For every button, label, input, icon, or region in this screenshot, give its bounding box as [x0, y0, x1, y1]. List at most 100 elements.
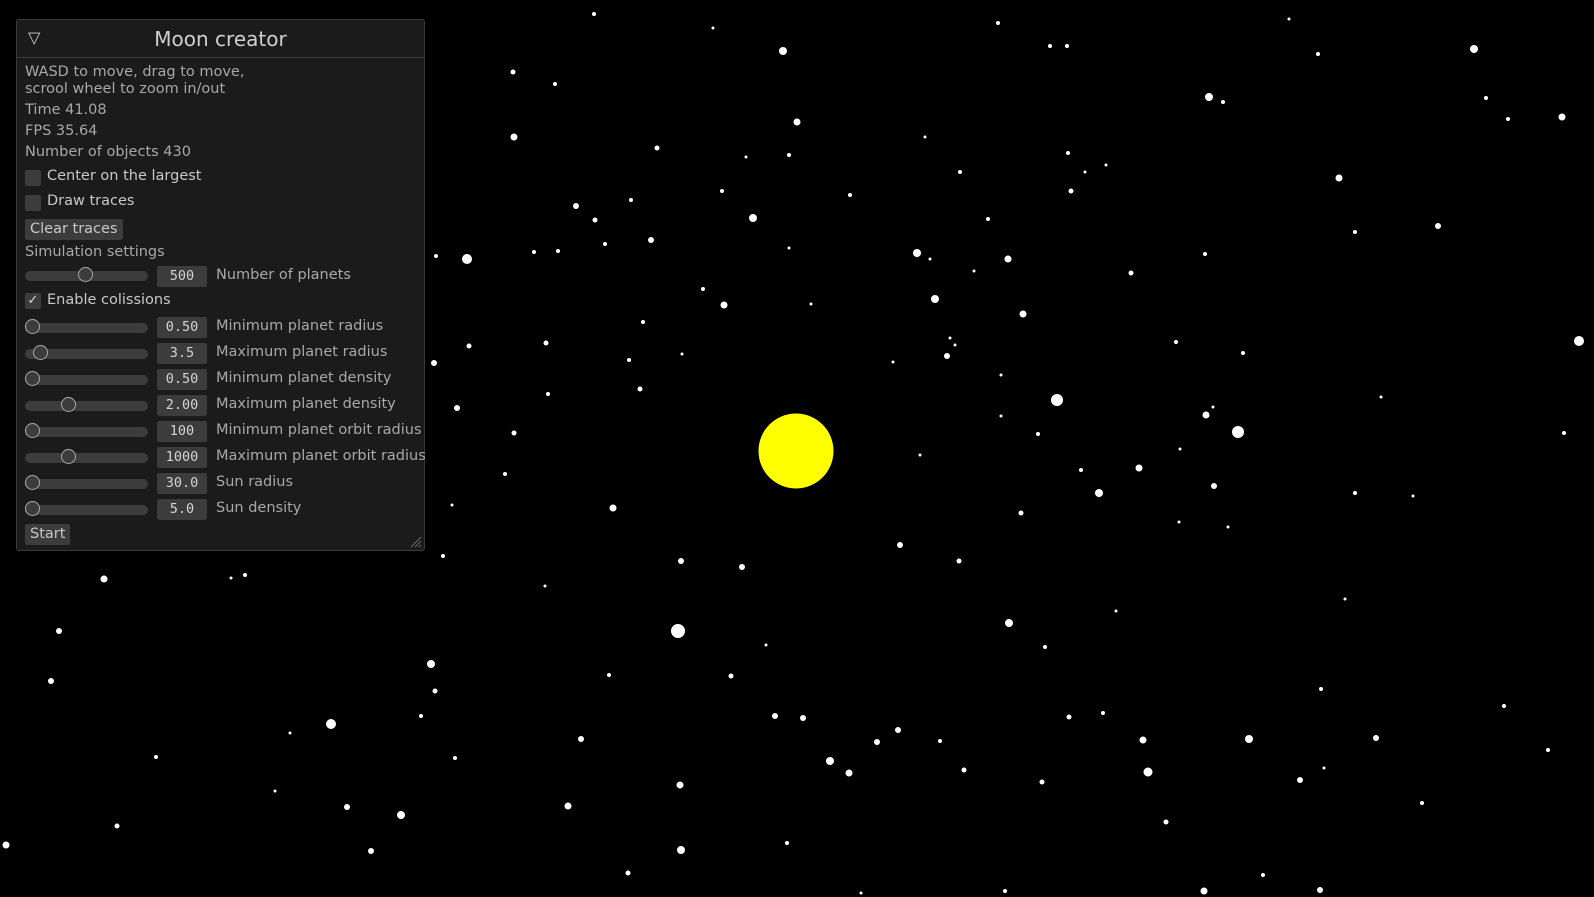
min-planet-density-slider[interactable] [25, 371, 148, 386]
planet [1211, 405, 1215, 409]
sun-density-slider[interactable] [25, 501, 148, 516]
planet [956, 558, 962, 564]
planet [1143, 767, 1153, 777]
planet [1343, 597, 1347, 601]
planet [701, 287, 705, 291]
draw-traces-checkbox[interactable] [25, 195, 41, 211]
planet [1068, 188, 1074, 194]
max-orbit-radius-value[interactable]: 1000 [157, 447, 207, 468]
planet [637, 386, 643, 392]
planet [454, 405, 460, 411]
center-largest-label[interactable]: Center on the largest [47, 168, 201, 184]
planet [503, 472, 507, 476]
planet [1226, 525, 1230, 529]
enable-collisions-label[interactable]: Enable colissions [47, 292, 171, 308]
min-orbit-radius-label: Minimum planet orbit radius [216, 422, 422, 438]
planet [1420, 801, 1424, 805]
planet [793, 118, 801, 126]
planet [1574, 336, 1584, 346]
slider-knob[interactable] [78, 267, 93, 282]
planet [986, 217, 990, 221]
planet [511, 430, 517, 436]
enable-collisions-checkbox[interactable]: ✓ [25, 293, 41, 309]
planet [1200, 887, 1208, 895]
slider-knob[interactable] [25, 501, 40, 516]
max-orbit-radius-slider[interactable] [25, 449, 148, 464]
max-planet-radius-value[interactable]: 3.5 [157, 343, 207, 364]
slider-knob[interactable] [61, 397, 76, 412]
draw-traces-label[interactable]: Draw traces [47, 193, 134, 209]
planet [1211, 483, 1217, 489]
planet [720, 301, 728, 309]
planet [1139, 736, 1147, 744]
planet [578, 736, 584, 742]
min-planet-radius-slider[interactable] [25, 319, 148, 334]
planet [749, 214, 757, 222]
slider-knob[interactable] [25, 319, 40, 334]
number-of-planets-value[interactable]: 500 [157, 266, 207, 287]
slider-knob[interactable] [25, 475, 40, 490]
min-planet-density-label: Minimum planet density [216, 370, 392, 386]
moon-creator-panel: ▽ Moon creator WASD to move, drag to mov… [16, 19, 426, 551]
planet [441, 554, 445, 558]
planet [1322, 766, 1326, 770]
planet [466, 343, 472, 349]
start-button[interactable]: Start [25, 524, 71, 545]
sun-radius-slider[interactable] [25, 475, 148, 490]
min-orbit-radius-value[interactable]: 100 [157, 421, 207, 442]
planet [744, 155, 748, 159]
planet [1373, 735, 1379, 741]
planet [1163, 819, 1169, 825]
min-orbit-radius-slider[interactable] [25, 423, 148, 438]
number-of-planets-slider[interactable] [25, 267, 148, 282]
planet [678, 558, 684, 564]
slider-knob[interactable] [33, 345, 48, 360]
max-planet-radius-slider[interactable] [25, 345, 148, 360]
sun-radius-value[interactable]: 30.0 [157, 473, 207, 494]
planet [999, 414, 1003, 418]
max-planet-density-slider[interactable] [25, 397, 148, 412]
planet [1079, 468, 1083, 472]
planet [1297, 777, 1303, 783]
planet [1036, 432, 1040, 436]
panel-title: Moon creator [154, 27, 287, 51]
planet [609, 504, 617, 512]
max-planet-density-value[interactable]: 2.00 [157, 395, 207, 416]
slider-knob[interactable] [25, 423, 40, 438]
planet [1039, 779, 1045, 785]
min-planet-density-value[interactable]: 0.50 [157, 369, 207, 390]
slider-knob[interactable] [61, 449, 76, 464]
planet [923, 135, 927, 139]
planet [1558, 113, 1566, 121]
planet [1066, 714, 1072, 720]
planet [961, 767, 967, 773]
planet [1065, 44, 1069, 48]
planet [913, 249, 921, 257]
planet [543, 584, 547, 588]
resize-grip-icon[interactable] [410, 536, 422, 548]
sun-density-value[interactable]: 5.0 [157, 499, 207, 520]
planet [800, 715, 806, 721]
planet [1048, 44, 1052, 48]
planet [1051, 394, 1063, 406]
planet [592, 12, 596, 16]
planet [938, 739, 942, 743]
planet [273, 789, 277, 793]
planet [711, 26, 715, 30]
help-line-1: WASD to move, drag to move, [25, 64, 245, 80]
clear-traces-button[interactable]: Clear traces [25, 219, 123, 240]
planet [1353, 491, 1357, 495]
planet [462, 254, 472, 264]
planet [1043, 645, 1047, 649]
slider-knob[interactable] [25, 371, 40, 386]
max-planet-density-label: Maximum planet density [216, 396, 396, 412]
planet [1205, 93, 1213, 101]
panel-titlebar[interactable]: ▽ Moon creator [17, 20, 424, 58]
planet [564, 802, 572, 810]
planet [1019, 310, 1027, 318]
planet [1083, 170, 1087, 174]
min-planet-radius-value[interactable]: 0.50 [157, 317, 207, 338]
planet [326, 719, 336, 729]
center-largest-checkbox[interactable] [25, 170, 41, 186]
planet [931, 295, 939, 303]
